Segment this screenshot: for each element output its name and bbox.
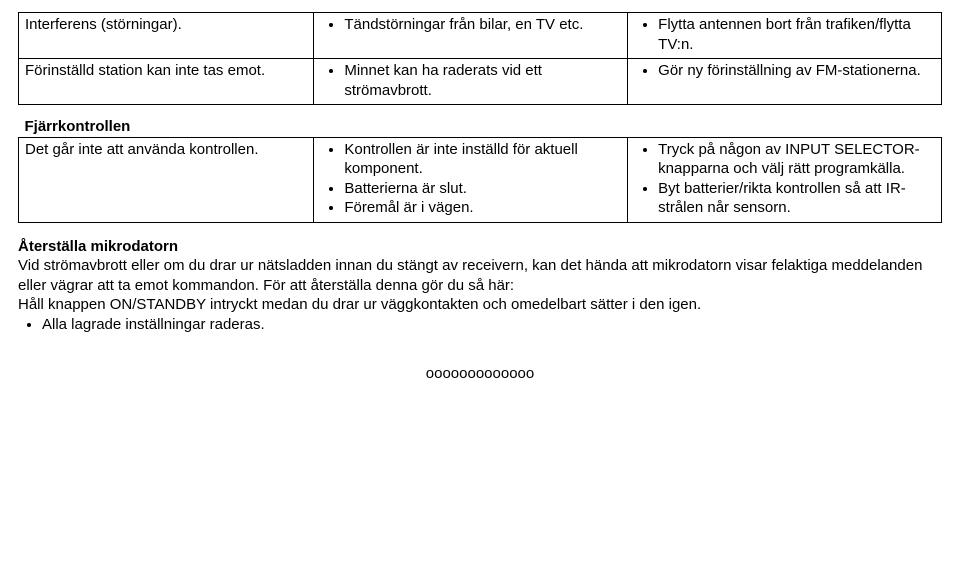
empty-cell (314, 105, 628, 138)
reset-paragraph-2: Håll knappen ON/STANDBY intryckt medan d… (18, 295, 942, 315)
cause-item: Minnet kan ha raderats vid ett strömavbr… (344, 61, 621, 100)
table-cell: Gör ny förinställning av FM-stationerna. (628, 59, 942, 105)
separator-line: ooooooooooooo (18, 364, 942, 384)
troubleshooting-table: Interferens (störningar). Tändstörningar… (18, 12, 942, 223)
table-cell: Tändstörningar från bilar, en TV etc. (314, 13, 628, 59)
cause-item: Föremål är i vägen. (344, 198, 621, 218)
table-cell: Minnet kan ha raderats vid ett strömavbr… (314, 59, 628, 105)
action-item: Flytta antennen bort från trafiken/flytt… (658, 15, 935, 54)
reset-bullet: Alla lagrade inställningar raderas. (42, 315, 942, 335)
table-cell: Flytta antennen bort från trafiken/flytt… (628, 13, 942, 59)
reset-title: Återställa mikrodatorn (18, 238, 178, 255)
action-item: Tryck på någon av INPUT SELECTOR-knappar… (658, 140, 935, 179)
empty-cell (628, 105, 942, 138)
action-item: Gör ny förinställning av FM-stationerna. (658, 61, 935, 81)
reset-paragraph-1: Vid strömavbrott eller om du drar ur nät… (18, 256, 942, 295)
problem-text: Det går inte att använda kontrollen. (25, 141, 258, 158)
table-cell: Kontrollen är inte inställd för aktuell … (314, 137, 628, 222)
table-cell: Det går inte att använda kontrollen. (19, 137, 314, 222)
table-cell: Tryck på någon av INPUT SELECTOR-knappar… (628, 137, 942, 222)
action-item: Byt batterier/rikta kontrollen så att IR… (658, 179, 935, 218)
problem-text: Förinställd station kan inte tas emot. (25, 62, 265, 79)
problem-text: Interferens (störningar). (25, 16, 182, 33)
reset-section: Återställa mikrodatorn Vid strömavbrott … (18, 237, 942, 335)
cause-item: Kontrollen är inte inställd för aktuell … (344, 140, 621, 179)
section-title: Fjärrkontrollen (25, 118, 131, 135)
table-cell: Förinställd station kan inte tas emot. (19, 59, 314, 105)
cause-item: Batterierna är slut. (344, 179, 621, 199)
table-cell: Interferens (störningar). (19, 13, 314, 59)
section-header-cell: Fjärrkontrollen (19, 105, 314, 138)
cause-item: Tändstörningar från bilar, en TV etc. (344, 15, 621, 35)
